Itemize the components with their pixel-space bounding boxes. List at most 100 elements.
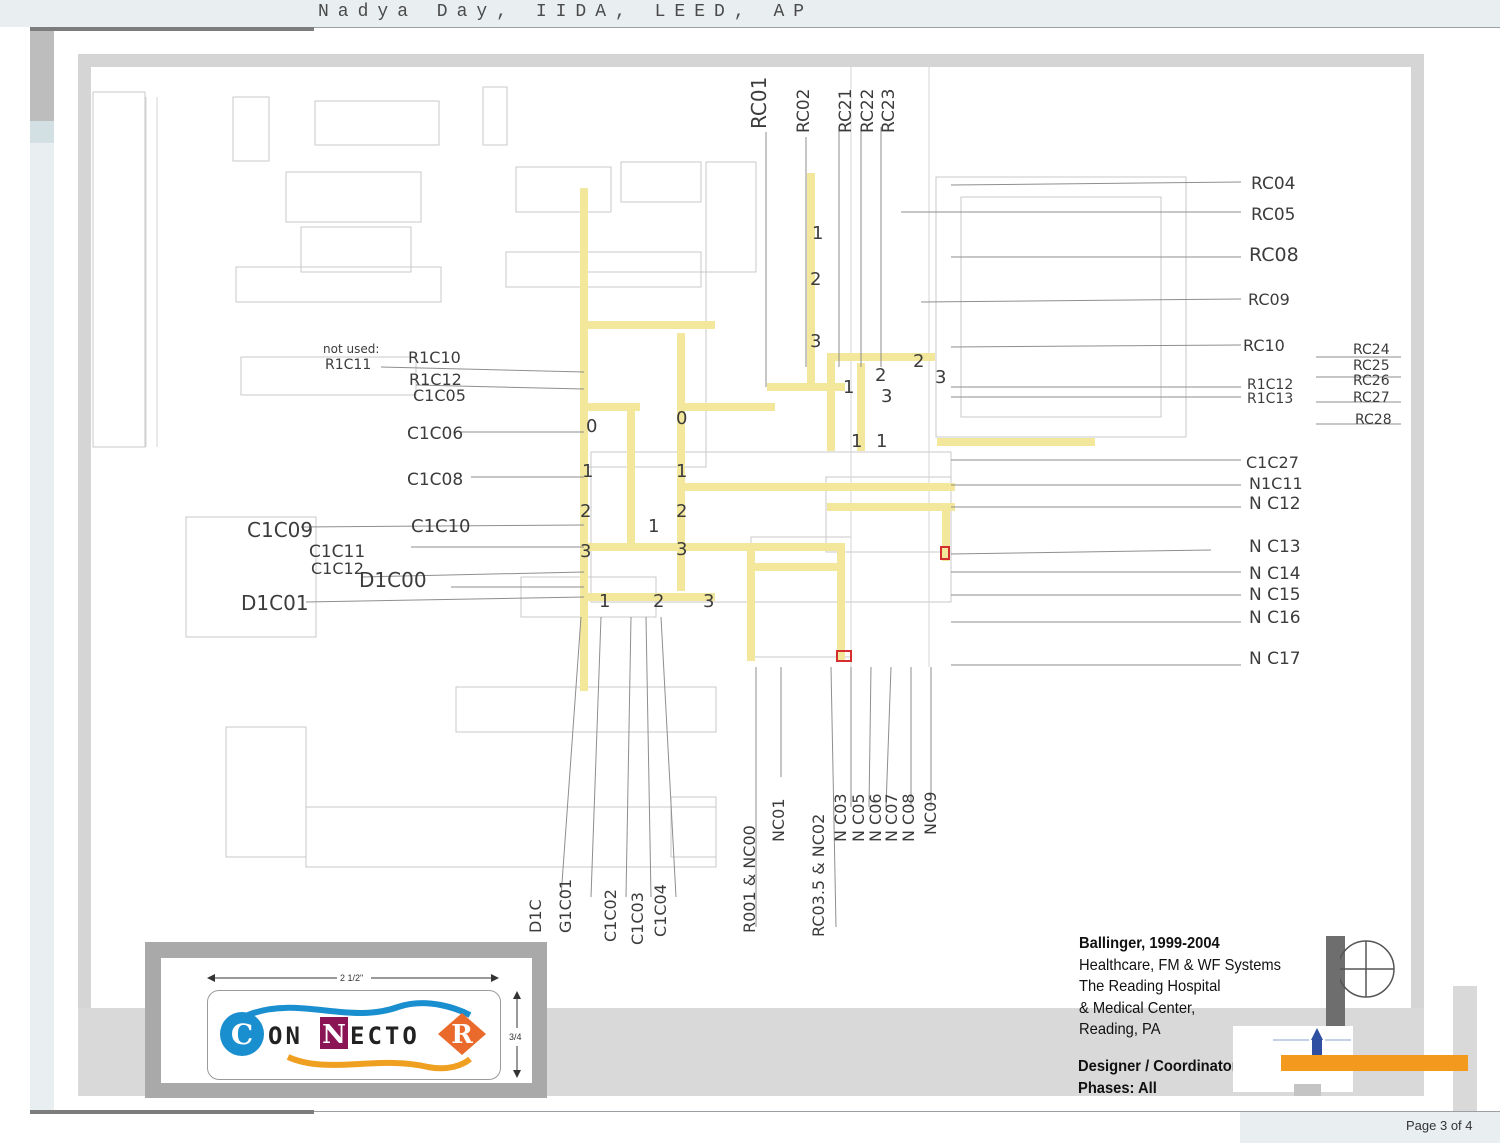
zone-number: 1: [843, 377, 854, 398]
logo-height-dimension: 3/4: [509, 1032, 522, 1042]
zone-number: 2: [913, 351, 924, 372]
label-r001-nc00: R001 & NC00: [740, 825, 759, 933]
label-c1c10: C1C10: [411, 516, 471, 537]
decor-grey-block: [1453, 986, 1477, 1111]
zone-number: 1: [851, 431, 862, 452]
logo-letter-r: R: [451, 1020, 473, 1050]
label-rc26: RC26: [1353, 373, 1390, 389]
zone-number: 3: [810, 331, 821, 352]
decor-small-grey: [1294, 1084, 1321, 1096]
role-phases: Phases: All: [1078, 1079, 1157, 1097]
label-rc10: RC10: [1243, 336, 1285, 355]
label-c1c02: C1C02: [601, 889, 620, 942]
label-r1c10: R1C10: [408, 348, 461, 367]
label-nc09: NC09: [921, 792, 940, 836]
project-client-cont: & Medical Center,: [1079, 999, 1196, 1017]
project-role: Designer / Coordinator Phases: All: [1078, 1056, 1251, 1099]
connector-logo-art: C ON N ECTO R: [220, 1000, 486, 1072]
logo-letter-c: C: [231, 1018, 253, 1051]
label-rc03-nc02: RC03.5 & NC02: [809, 814, 828, 937]
page-number: Page 3 of 4: [1406, 1118, 1473, 1133]
label-rc09: RC09: [1248, 290, 1290, 309]
label-nc03: N C03: [831, 793, 850, 842]
label-nc16: N C16: [1249, 608, 1301, 628]
label-nc01: NC01: [769, 799, 788, 843]
zone-number: 2: [875, 365, 886, 386]
label-rc24: RC24: [1353, 342, 1390, 358]
plan-labels: RC01 RC02 RC21 RC22 RC23 RC04 RC05 RC08 …: [241, 77, 1392, 945]
label-rc08: RC08: [1249, 244, 1299, 266]
zone-number: 0: [586, 416, 597, 437]
label-r1c11: R1C11: [325, 357, 371, 373]
label-rc01: RC01: [747, 77, 771, 129]
zone-number: 3: [881, 386, 892, 407]
zone-number: 1: [876, 431, 887, 452]
zone-number: 2: [810, 269, 821, 290]
label-d1c00: D1C00: [359, 568, 427, 592]
zone-number: 3: [580, 541, 591, 562]
red-markers: [836, 546, 950, 662]
zone-number: 3: [676, 539, 687, 560]
zone-number: 2: [676, 501, 687, 522]
building-outlines: [92, 86, 1187, 868]
left-strip-accent: [30, 121, 54, 143]
label-c1c08: C1C08: [407, 470, 463, 490]
north-arrow-icon: [1340, 940, 1395, 998]
label-g1c01: G1C01: [556, 879, 575, 933]
zone-number: 1: [676, 461, 687, 482]
label-d1c: D1C: [526, 899, 545, 933]
project-client: The Reading Hospital: [1079, 978, 1221, 995]
label-nc15: N C15: [1249, 585, 1301, 605]
label-c1c06: C1C06: [407, 424, 463, 444]
floor-plan: RC01 RC02 RC21 RC22 RC23 RC04 RC05 RC08 …: [91, 67, 1411, 1008]
label-rc22: RC22: [858, 89, 878, 133]
label-c1c27: C1C27: [1246, 453, 1299, 472]
label-not-used: not used:: [323, 342, 379, 356]
role-title: Designer / Coordinator: [1078, 1058, 1238, 1075]
label-nc17: N C17: [1249, 649, 1301, 669]
header-thin-rule: [314, 27, 1500, 28]
footer-rule: [30, 1110, 314, 1114]
label-rc28: RC28: [1355, 412, 1392, 428]
label-rc21: RC21: [836, 89, 856, 133]
label-n1c11: N1C11: [1249, 474, 1303, 493]
label-nc08: N C08: [899, 793, 918, 842]
label-c1c12: C1C12: [311, 559, 364, 578]
accent-orange-bar: [1281, 1055, 1468, 1071]
zone-number: 1: [582, 461, 593, 482]
left-strip-dark: [30, 31, 54, 121]
label-nc14: N C14: [1249, 564, 1301, 584]
zone-number: 2: [580, 501, 591, 522]
label-c1c05: C1C05: [413, 386, 466, 405]
zone-number: 3: [703, 591, 714, 612]
zone-number: 1: [648, 516, 659, 537]
label-nc12: N C12: [1249, 494, 1301, 514]
label-c1c04: C1C04: [651, 884, 670, 937]
label-c1c03: C1C03: [628, 892, 647, 945]
label-nc13: N C13: [1249, 537, 1301, 557]
floor-plan-drawing: RC01 RC02 RC21 RC22 RC23 RC04 RC05 RC08 …: [92, 67, 1401, 945]
label-rc23: RC23: [879, 89, 899, 133]
left-strip: [30, 31, 54, 1111]
zone-number: 1: [599, 591, 610, 612]
label-d1c01: D1C01: [241, 591, 309, 615]
label-r1c13: R1C13: [1247, 391, 1293, 407]
header-rule: [30, 27, 314, 31]
logo-width-dimension: 2 1/2": [340, 973, 364, 983]
zone-number: 3: [935, 367, 946, 388]
zone-number: 1: [812, 223, 823, 244]
label-rc25: RC25: [1353, 358, 1390, 374]
project-scope: Healthcare, FM & WF Systems: [1079, 956, 1282, 974]
page-title: Nadya Day, IIDA, LEED, AP: [318, 2, 814, 22]
logo-letter-n: N: [322, 1020, 346, 1050]
label-rc27: RC27: [1353, 390, 1390, 406]
label-rc02: RC02: [794, 89, 814, 133]
project-info: Ballinger, 1999-2004 Healthcare, FM & WF…: [1079, 933, 1329, 1041]
logo-letters-ecto: ECTO: [350, 1022, 420, 1050]
zone-number: 2: [653, 591, 664, 612]
zone-number: 0: [676, 408, 687, 429]
connector-logo: C ON N ECTO R: [207, 990, 501, 1080]
project-firm-years: Ballinger, 1999-2004: [1079, 935, 1220, 952]
label-c1c09: C1C09: [247, 518, 313, 542]
logo-letters-on: ON: [268, 1022, 303, 1050]
